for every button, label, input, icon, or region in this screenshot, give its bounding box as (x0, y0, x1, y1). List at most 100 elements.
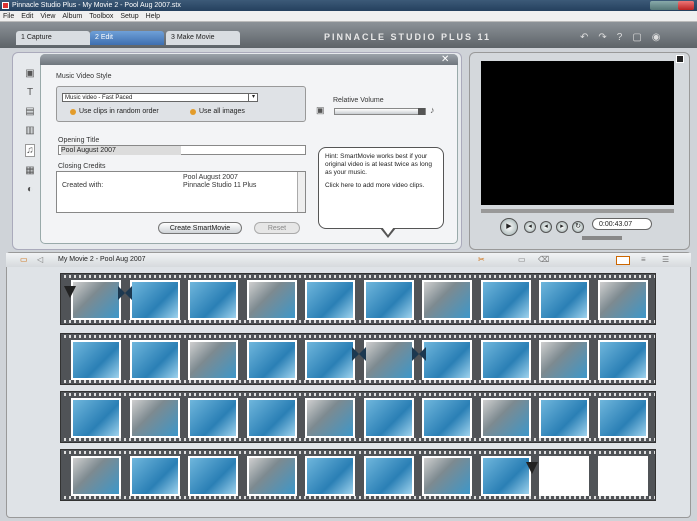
clip-thumbnail[interactable] (246, 280, 297, 320)
opening-title-input[interactable]: Pool August 2007 (58, 145, 306, 155)
menu-file[interactable]: File (3, 11, 14, 21)
top-toolbar: ↶ ↷ ? ▢ ◉ (580, 30, 690, 44)
clip-thumbnail[interactable] (71, 280, 121, 320)
clip-thumbnail[interactable] (597, 280, 648, 320)
clip-thumbnail[interactable] (188, 340, 238, 380)
relative-volume-slider[interactable] (334, 108, 426, 115)
clip-thumbnail[interactable] (480, 456, 531, 496)
clip-thumbnail[interactable] (246, 456, 297, 496)
video-volume-icon: ▣ (316, 105, 325, 115)
hint-link[interactable]: Click here to add more video clips. (325, 182, 437, 190)
clip-thumbnail[interactable] (539, 398, 589, 438)
music-video-style-label: Music Video Style (56, 73, 112, 80)
clip-thumbnail[interactable] (539, 280, 589, 320)
settings-icon[interactable]: ◉ (652, 32, 661, 43)
random-order-option[interactable]: Use clips in random order (70, 108, 159, 115)
video-tool-icon[interactable]: ▣ (25, 68, 34, 79)
clip-thumbnail[interactable] (246, 398, 297, 438)
play-button[interactable]: ▶ (500, 218, 518, 236)
clip-thumbnail[interactable] (422, 340, 472, 380)
option-icon (70, 108, 76, 115)
clip-thumbnail[interactable] (305, 398, 355, 438)
clip-thumbnail[interactable] (188, 456, 238, 496)
clip-thumbnail[interactable] (71, 456, 121, 496)
clip-thumbnail[interactable] (363, 340, 414, 380)
create-smartmovie-button[interactable]: Create SmartMovie (158, 222, 242, 234)
menu-edit[interactable]: Edit (21, 11, 33, 21)
rewind-button[interactable]: ◂ (524, 221, 536, 233)
trash-icon[interactable]: ⌫ (538, 255, 549, 264)
clip-thumbnail[interactable] (129, 456, 180, 496)
title-tool-icon[interactable]: T (27, 87, 33, 98)
text-view-icon[interactable]: ☰ (662, 255, 669, 264)
menu-view[interactable]: View (40, 11, 55, 21)
clip-thumbnail[interactable] (597, 340, 648, 380)
option-icon (190, 108, 196, 115)
timecode-field[interactable]: 0:00:43.07 (592, 218, 652, 230)
menu-tool-icon[interactable]: ▦ (25, 165, 34, 176)
camera-icon[interactable]: ▢ (632, 32, 641, 43)
clip-thumbnail[interactable] (363, 280, 414, 320)
volume-slider-handle[interactable] (418, 108, 425, 115)
close-icon[interactable]: ✕ (441, 54, 449, 65)
style-dropdown[interactable]: Music video - Fast Paced (62, 93, 258, 102)
chevron-down-icon[interactable]: ▾ (248, 93, 258, 102)
clip-thumbnail[interactable] (305, 340, 355, 380)
effects-tool-icon[interactable]: ▥ (25, 125, 34, 136)
redo-icon[interactable]: ↷ (598, 32, 606, 43)
timeline-view-icon[interactable]: ≡ (641, 255, 646, 264)
player-volume-slider[interactable] (582, 236, 622, 240)
clip-thumbnail[interactable] (422, 398, 472, 438)
clip-thumbnail[interactable] (363, 456, 414, 496)
tab-capture[interactable]: 1 Capture (16, 31, 90, 45)
menu-help[interactable]: Help (146, 11, 160, 21)
clip-thumbnail[interactable] (71, 398, 121, 438)
step-back-button[interactable]: ◂ (540, 221, 552, 233)
hint-bubble[interactable]: Hint: SmartMovie works best if your orig… (318, 147, 444, 229)
clip-thumbnail[interactable] (539, 340, 589, 380)
loop-button[interactable]: ↻ (572, 221, 584, 233)
menu-album[interactable]: Album (62, 11, 82, 21)
reset-button[interactable]: Reset (254, 222, 300, 234)
clip-thumbnail[interactable] (422, 280, 472, 320)
close-window-button[interactable] (678, 1, 694, 10)
menu-toolbox[interactable]: Toolbox (89, 11, 113, 21)
credits-scrollbar[interactable] (297, 172, 305, 212)
storyboard-view-button[interactable] (616, 256, 630, 265)
clip-thumbnail[interactable] (71, 340, 121, 380)
tab-edit[interactable]: 2 Edit (90, 31, 164, 45)
clip-thumbnail[interactable] (246, 340, 297, 380)
audio-tool-icon[interactable]: ◐ (27, 184, 33, 195)
clip-thumbnail[interactable] (305, 456, 355, 496)
clip-thumbnail[interactable] (422, 456, 472, 496)
menu-setup[interactable]: Setup (120, 11, 138, 21)
tab-make-movie[interactable]: 3 Make Movie (166, 31, 240, 45)
smartmovie-tool-icon[interactable]: ♫ (25, 144, 35, 157)
clip-thumbnail[interactable] (539, 456, 589, 496)
clip-thumbnail[interactable] (480, 340, 531, 380)
clip-thumbnail[interactable] (597, 456, 648, 496)
clip-thumbnail[interactable] (597, 398, 648, 438)
clip-thumbnail[interactable] (188, 398, 238, 438)
undo-icon[interactable]: ↶ (580, 32, 588, 43)
closing-credits-box[interactable] (56, 171, 306, 213)
clip-thumbnail[interactable] (305, 280, 355, 320)
use-all-images-option[interactable]: Use all images (190, 108, 245, 115)
help-icon[interactable]: ? (617, 32, 623, 43)
storyboard-option-icon[interactable]: ▭ (518, 255, 526, 264)
photo-tool-icon[interactable]: ▤ (25, 106, 34, 117)
audio-scrub-icon[interactable]: ◁ (37, 255, 43, 264)
step-forward-button[interactable]: ▸ (556, 221, 568, 233)
clip-thumbnail[interactable] (129, 340, 180, 380)
fullscreen-icon[interactable] (676, 55, 684, 63)
clip-thumbnail[interactable] (363, 398, 414, 438)
clip-thumbnail[interactable] (480, 280, 531, 320)
storyboard-view-icon[interactable]: ▭ (20, 255, 28, 264)
preview-scrubber[interactable] (481, 209, 674, 213)
clip-thumbnail[interactable] (129, 280, 180, 320)
clip-thumbnail[interactable] (188, 280, 238, 320)
razor-icon[interactable]: ✂ (478, 255, 485, 264)
clip-thumbnail[interactable] (480, 398, 531, 438)
relative-volume-label: Relative Volume (333, 97, 384, 104)
clip-thumbnail[interactable] (129, 398, 180, 438)
